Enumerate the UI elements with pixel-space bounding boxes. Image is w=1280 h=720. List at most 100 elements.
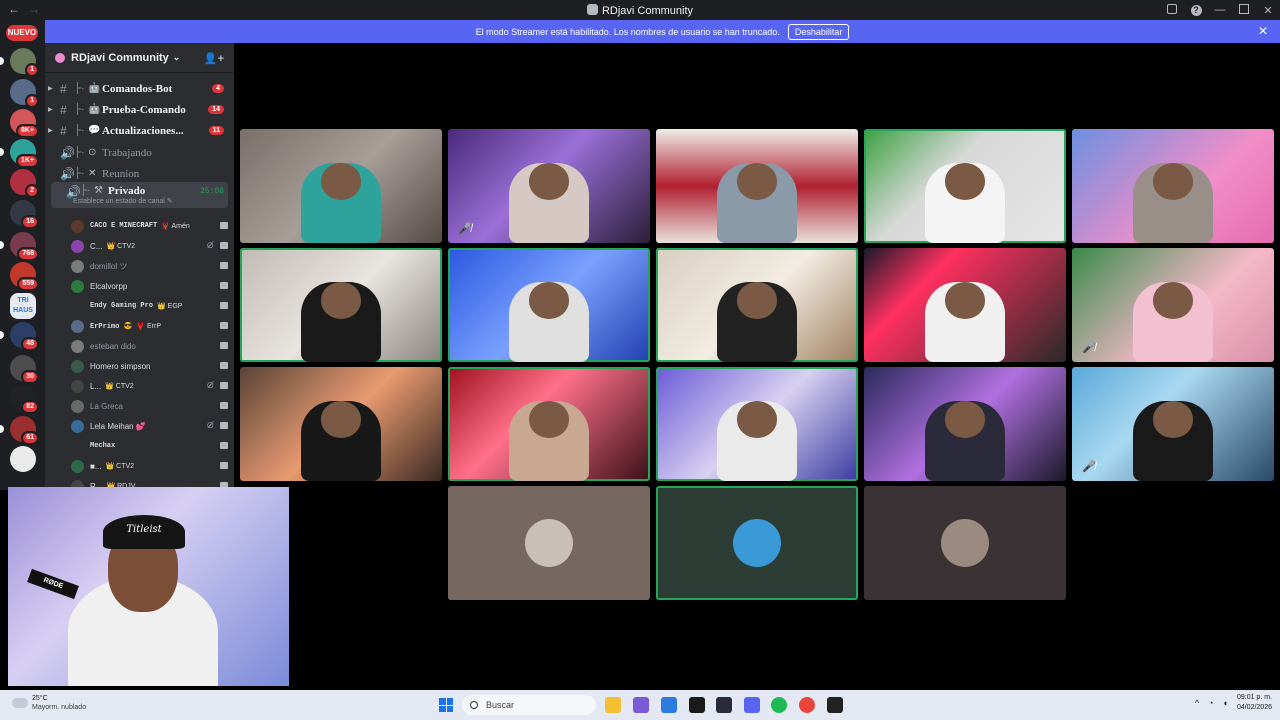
video-tile[interactable] xyxy=(656,129,858,243)
avatar-tile[interactable] xyxy=(864,486,1066,600)
weather-widget[interactable]: 25°C Mayorm. nublado xyxy=(12,694,86,712)
video-tile[interactable]: 🎤̸ xyxy=(1072,367,1274,481)
server-icon[interactable]: 82 xyxy=(10,385,39,414)
video-tile[interactable] xyxy=(864,129,1066,243)
voice-user[interactable]: Homero simpson xyxy=(71,356,228,376)
voice-user[interactable]: Lela Meihan 💕 ⊘̸ xyxy=(71,416,228,436)
chevron-right-icon: ▶ xyxy=(48,86,53,92)
server-icon[interactable]: TRI HAUS xyxy=(10,293,36,319)
network-icon[interactable]: ◔ xyxy=(1208,698,1213,708)
participant-head xyxy=(736,163,778,200)
camera-icon xyxy=(220,462,228,469)
participant-head xyxy=(736,401,778,438)
disable-streamer-button[interactable]: Deshabilitar xyxy=(787,23,850,40)
muted-mic-icon: 🎤̸ xyxy=(458,223,472,235)
channel-trabajando[interactable]: 🔊 ├· ⊙ Trabajando xyxy=(45,142,234,163)
channel-reunion[interactable]: 🔊 ├· ✕ Reunion xyxy=(45,163,234,184)
copilot-icon[interactable] xyxy=(633,697,649,713)
chevron-right-icon: ▶ xyxy=(48,128,53,134)
server-icon[interactable]: 2 xyxy=(10,169,39,198)
clock[interactable]: 09:01 p. m. 04/02/2026 xyxy=(1237,693,1272,713)
obs-icon[interactable] xyxy=(716,697,732,713)
mention-count-badge: 11 xyxy=(208,126,224,135)
video-tile[interactable] xyxy=(240,367,442,481)
video-tile[interactable]: 🎤̸ xyxy=(448,129,650,243)
voice-user[interactable]: domillol ツ xyxy=(71,256,228,276)
video-tile[interactable] xyxy=(864,367,1066,481)
hash-icon: # xyxy=(60,81,67,96)
video-tile[interactable] xyxy=(656,248,858,362)
discord-icon[interactable] xyxy=(744,697,760,713)
window-title-text: RDjavi Community xyxy=(601,5,694,17)
server-icon[interactable]: 1 xyxy=(0,48,39,77)
webcam-cap: Titleist xyxy=(103,515,185,549)
store-icon[interactable] xyxy=(661,697,677,713)
chrome-icon[interactable] xyxy=(799,697,815,713)
voice-user[interactable]: Mechax xyxy=(71,436,228,456)
server-icon[interactable]: 48 xyxy=(0,322,39,351)
server-header[interactable]: RDjavi Community ⌄ 👤+ xyxy=(45,43,234,73)
user-tag: 👑 CTV2 xyxy=(106,243,136,250)
server-icon[interactable]: 1K+ xyxy=(0,139,39,168)
channel-comandos-bot[interactable]: ▶ # ├· 🤖 Comandos-Bot 4 xyxy=(45,78,234,99)
server-icon[interactable]: 559 xyxy=(10,262,39,291)
channel-actualizaciones-[interactable]: ▶ # ├· 💬 Actualizaciones... 11 xyxy=(45,120,234,141)
server-icon[interactable]: 768 xyxy=(0,232,39,261)
file-explorer-icon[interactable] xyxy=(605,697,621,713)
voice-user[interactable]: C... 👑 CTV2 ⊘̸ xyxy=(71,236,228,256)
voice-user[interactable]: ErPrimo 😎 🦞 ErrP xyxy=(71,316,228,336)
new-badge[interactable]: NUEVO xyxy=(6,25,38,41)
video-tile[interactable] xyxy=(448,367,650,481)
voice-user[interactable]: Endy Gaming Pro 👑 EGP xyxy=(71,296,228,316)
close-window-icon[interactable]: ✕ xyxy=(1256,4,1280,17)
server-icon[interactable]: 16 xyxy=(10,200,39,229)
server-icon[interactable]: 8K+ xyxy=(10,109,39,138)
video-tile[interactable] xyxy=(240,129,442,243)
maximize-icon[interactable] xyxy=(1232,3,1256,17)
server-icon[interactable] xyxy=(10,446,36,472)
channel-prueba-comando[interactable]: ▶ # ├· 🤖 Prueba-Comando 14 xyxy=(45,99,234,120)
avatar-tile[interactable] xyxy=(656,486,858,600)
chevron-up-icon[interactable]: ^ xyxy=(1195,698,1199,708)
search-icon xyxy=(470,701,478,709)
participant-head xyxy=(320,401,362,438)
camera-icon xyxy=(220,382,228,389)
server-badge: 559 xyxy=(17,277,39,291)
tree-branch-icon: ├· xyxy=(74,147,85,158)
video-tile[interactable] xyxy=(240,248,442,362)
channel-privado[interactable]: 🔊 ├· ⚒ Privado 25:08 Establece un estado de c… xyxy=(51,182,228,208)
video-tile[interactable] xyxy=(864,248,1066,362)
server-icon[interactable]: 1 xyxy=(10,79,39,108)
spotify-icon[interactable] xyxy=(771,697,787,713)
voice-user[interactable]: Elcalvorpp xyxy=(71,276,228,296)
windows-start-icon[interactable] xyxy=(439,698,453,712)
voice-user[interactable]: CACO E MINECRAFT 🦞 Amén xyxy=(71,216,228,236)
participant-head xyxy=(1152,282,1194,319)
close-banner-icon[interactable]: ✕ xyxy=(1258,24,1268,38)
obs-studio-icon[interactable] xyxy=(827,697,843,713)
terminal-icon[interactable] xyxy=(689,697,705,713)
video-tile[interactable]: 🎤̸ xyxy=(1072,248,1274,362)
video-tile[interactable] xyxy=(656,367,858,481)
voice-user[interactable]: ■... 👑 CTV2 xyxy=(71,456,228,476)
camera-icon xyxy=(220,322,228,329)
inbox-icon[interactable] xyxy=(1160,3,1184,17)
taskbar-search[interactable]: Buscar xyxy=(462,695,596,715)
voice-user[interactable]: La Greca xyxy=(71,396,228,416)
add-user-icon[interactable]: 👤+ xyxy=(204,52,224,65)
camera-icon xyxy=(220,282,228,289)
speaker-icon: 🔊 xyxy=(60,145,75,160)
help-icon[interactable]: ? xyxy=(1184,4,1208,16)
avatar xyxy=(941,519,989,567)
user-name: Mechax xyxy=(90,442,116,450)
server-icon[interactable]: 61 xyxy=(0,416,39,445)
chevron-right-icon: ▶ xyxy=(48,107,53,113)
video-tile[interactable] xyxy=(448,248,650,362)
volume-icon[interactable]: ◖ xyxy=(1223,698,1228,708)
avatar-tile[interactable] xyxy=(448,486,650,600)
voice-user[interactable]: L... 👑 CTV2 ⊘̸ xyxy=(71,376,228,396)
minimize-icon[interactable]: — xyxy=(1208,4,1232,16)
voice-user[interactable]: esteban dido xyxy=(71,336,228,356)
server-icon[interactable]: 30 xyxy=(10,355,39,384)
video-tile[interactable] xyxy=(1072,129,1274,243)
